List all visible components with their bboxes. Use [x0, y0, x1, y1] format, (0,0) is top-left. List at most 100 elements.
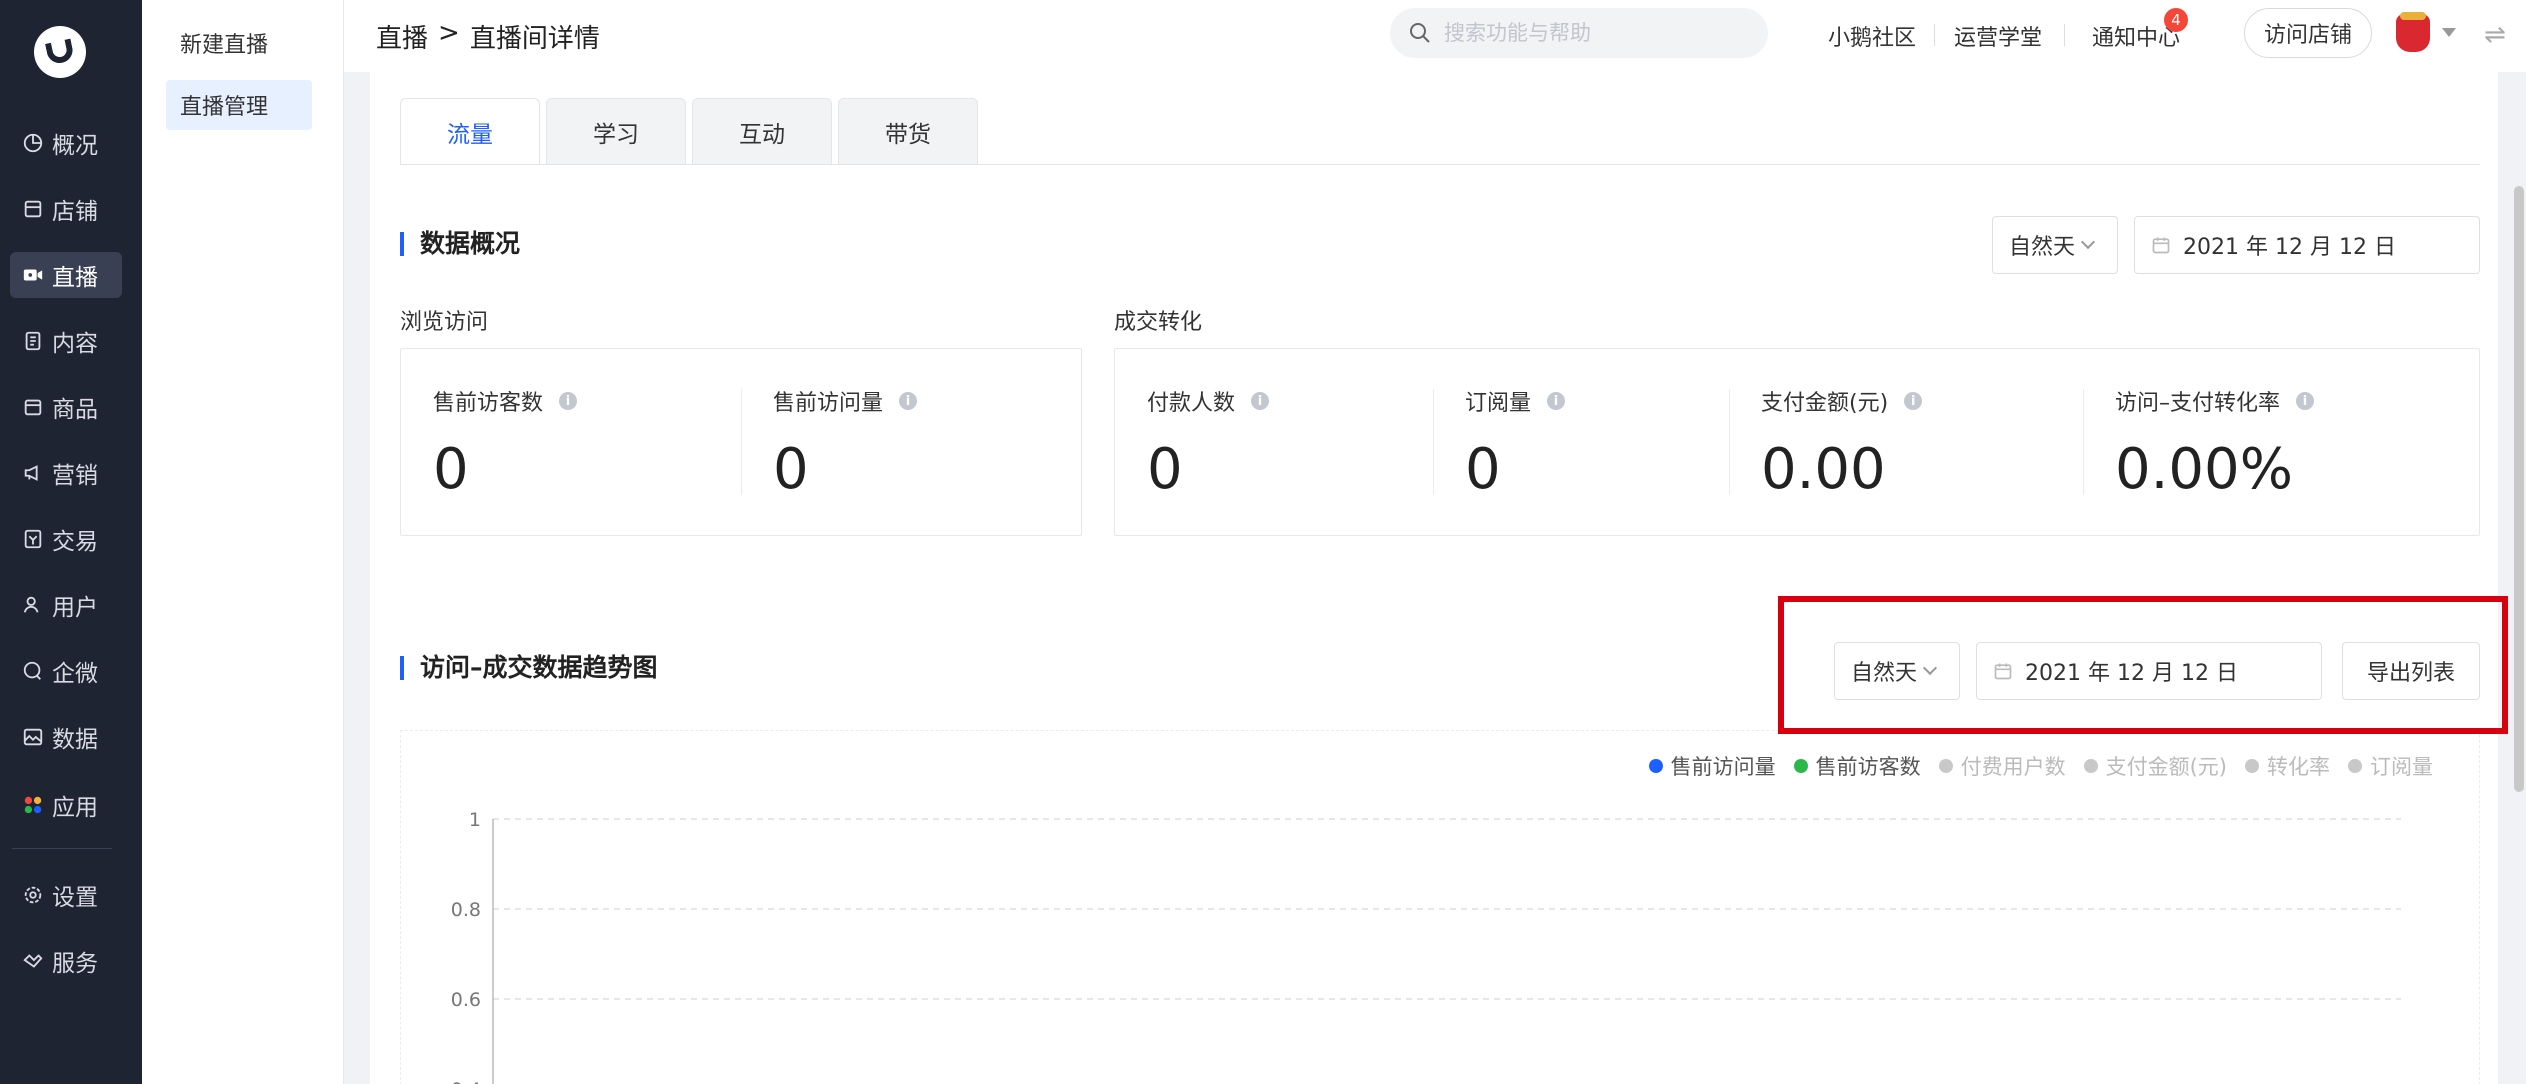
info-icon[interactable]: i: [1904, 392, 1923, 410]
stat-value: 0: [773, 437, 809, 502]
scrollbar[interactable]: [2514, 186, 2524, 792]
search-icon: [1410, 23, 1430, 43]
tab-sales[interactable]: 带货: [838, 98, 978, 164]
date-value: 2021 年 12 月 12 日: [2183, 235, 2396, 260]
browse-stats-box: 售前访客数 i 0 售前访问量 i 0: [400, 348, 1082, 536]
info-icon[interactable]: i: [1547, 392, 1566, 410]
sidebar-item-wecom[interactable]: 企微: [10, 648, 122, 694]
sidebar-item-label: 用户: [52, 595, 98, 621]
academy-link[interactable]: 运营学堂: [1954, 20, 2042, 52]
overview-date-picker[interactable]: 2021 年 12 月 12 日: [2134, 216, 2480, 274]
stat-value: 0: [1147, 437, 1183, 502]
sidebar-item-label: 内容: [52, 331, 98, 357]
stat-divider: [741, 389, 742, 495]
sidebar-item-label: 企微: [52, 661, 98, 687]
sidebar-item-label: 交易: [52, 529, 98, 555]
info-icon[interactable]: i: [2296, 392, 2315, 410]
tab-learning[interactable]: 学习: [546, 98, 686, 164]
stat-divider: [2083, 389, 2084, 495]
sidebar-item-label: 营销: [52, 463, 98, 489]
sidebar-item-marketing[interactable]: 营销: [10, 450, 122, 496]
breadcrumb: 直播 > 直播间详情: [376, 18, 600, 55]
stat-label: 支付金额(元) i: [1761, 385, 1923, 417]
breadcrumb-root[interactable]: 直播: [376, 18, 428, 55]
sidebar-item-label: 数据: [52, 727, 98, 753]
sidebar-item-data[interactable]: 数据: [10, 714, 122, 760]
stat-label: 售前访问量 i: [773, 385, 918, 417]
avatar[interactable]: [2396, 12, 2430, 52]
y-tick-label: 0.6: [451, 989, 481, 1011]
sidebar-item-settings[interactable]: 设置: [10, 872, 122, 918]
highlight-box: [1778, 596, 2508, 734]
stat-divider: [1729, 389, 1730, 495]
stat-label: 售前访客数 i: [433, 385, 578, 417]
stat-label-text: 访问–支付转化率: [2115, 391, 2281, 416]
sidebar-item-content[interactable]: 内容: [10, 318, 122, 364]
trend-chart: 售前访问量售前访客数付费用户数支付金额(元)转化率订阅量 10.80.60.4: [400, 730, 2480, 1084]
sidebar-item-users[interactable]: 用户: [10, 582, 122, 628]
sidebar-item-label: 设置: [52, 885, 98, 911]
stat-value: 0: [433, 437, 469, 502]
y-tick-label: 0.8: [451, 899, 481, 921]
search-input[interactable]: [1444, 21, 1744, 45]
stat-value: 0.00%: [2115, 437, 2293, 502]
stat-label: 付款人数 i: [1147, 385, 1270, 417]
calendar-icon: [2152, 237, 2170, 254]
user-icon: [22, 594, 44, 616]
stat-label-text: 售前访问量: [773, 391, 884, 416]
info-icon[interactable]: i: [899, 392, 918, 410]
breadcrumb-current: 直播间详情: [469, 24, 600, 54]
gear-icon: [22, 884, 44, 906]
detail-tabs: 流量 学习 互动 带货: [400, 98, 978, 166]
tab-interaction[interactable]: 互动: [692, 98, 832, 164]
subnav-item-live-manage[interactable]: 直播管理: [166, 80, 312, 130]
store-icon: [22, 198, 44, 220]
info-icon[interactable]: i: [559, 392, 578, 410]
visit-store-button[interactable]: 访问店铺: [2244, 8, 2372, 58]
live-subnav: 新建直播 直播管理: [142, 0, 344, 1084]
overview-title: 数据概况: [400, 231, 520, 256]
sidebar-item-overview[interactable]: 概况: [10, 120, 122, 166]
document-icon: [22, 330, 44, 352]
switch-icon[interactable]: ⇌: [2484, 20, 2514, 50]
tabs-divider: [400, 164, 2480, 165]
breadcrumb-separator: >: [438, 18, 460, 48]
stat-label: 访问–支付转化率 i: [2115, 385, 2315, 417]
chevron-down-icon[interactable]: [2442, 28, 2456, 37]
sidebar-divider: [12, 848, 112, 849]
stat-label-text: 订阅量: [1465, 391, 1532, 416]
pie-chart-icon: [22, 132, 44, 154]
stat-value: 0.00: [1761, 437, 1886, 502]
stat-label: 订阅量 i: [1465, 385, 1566, 417]
community-link[interactable]: 小鹅社区: [1828, 20, 1916, 52]
sidebar-item-label: 应用: [52, 795, 98, 821]
sidebar-item-live[interactable]: 直播: [10, 252, 122, 298]
sidebar-item-trade[interactable]: 交易: [10, 516, 122, 562]
sidebar-item-label: 服务: [52, 951, 98, 977]
sidebar-item-apps[interactable]: 应用: [10, 782, 122, 828]
search-box[interactable]: [1390, 8, 1768, 58]
y-tick-label: 1: [469, 809, 481, 831]
sidebar-item-store[interactable]: 店铺: [10, 186, 122, 232]
image-chart-icon: [22, 726, 44, 748]
info-icon[interactable]: i: [1251, 392, 1270, 410]
y-tick-label: 0.4: [451, 1079, 481, 1084]
chart-plot: 1 0.8 0.6 0.4: [451, 809, 2401, 1084]
chat-icon: [22, 660, 44, 682]
overview-period-select[interactable]: 自然天: [1992, 216, 2118, 274]
sidebar-item-goods[interactable]: 商品: [10, 384, 122, 430]
stat-label-text: 售前访客数: [433, 391, 544, 416]
stat-label-text: 支付金额(元): [1761, 391, 1889, 416]
app-logo[interactable]: [34, 26, 86, 78]
video-camera-icon: [22, 264, 44, 286]
megaphone-icon: [22, 462, 44, 484]
sidebar-item-label: 直播: [52, 265, 98, 291]
tab-traffic[interactable]: 流量: [400, 98, 540, 164]
subnav-item-new-live[interactable]: 新建直播: [166, 18, 312, 68]
trend-title: 访问–成交数据趋势图: [400, 655, 658, 680]
sidebar-item-label: 店铺: [52, 199, 98, 225]
sidebar-item-service[interactable]: 服务: [10, 938, 122, 984]
header-divider: [1934, 24, 1935, 46]
top-header: 直播 > 直播间详情 小鹅社区 运营学堂 通知中心 4 访问店铺 ⇌: [344, 0, 2526, 72]
main-sidebar: 概况 店铺 直播 内容 商品 营销 交易 用户 企微 数据 应用 设置 服务: [0, 0, 142, 1084]
